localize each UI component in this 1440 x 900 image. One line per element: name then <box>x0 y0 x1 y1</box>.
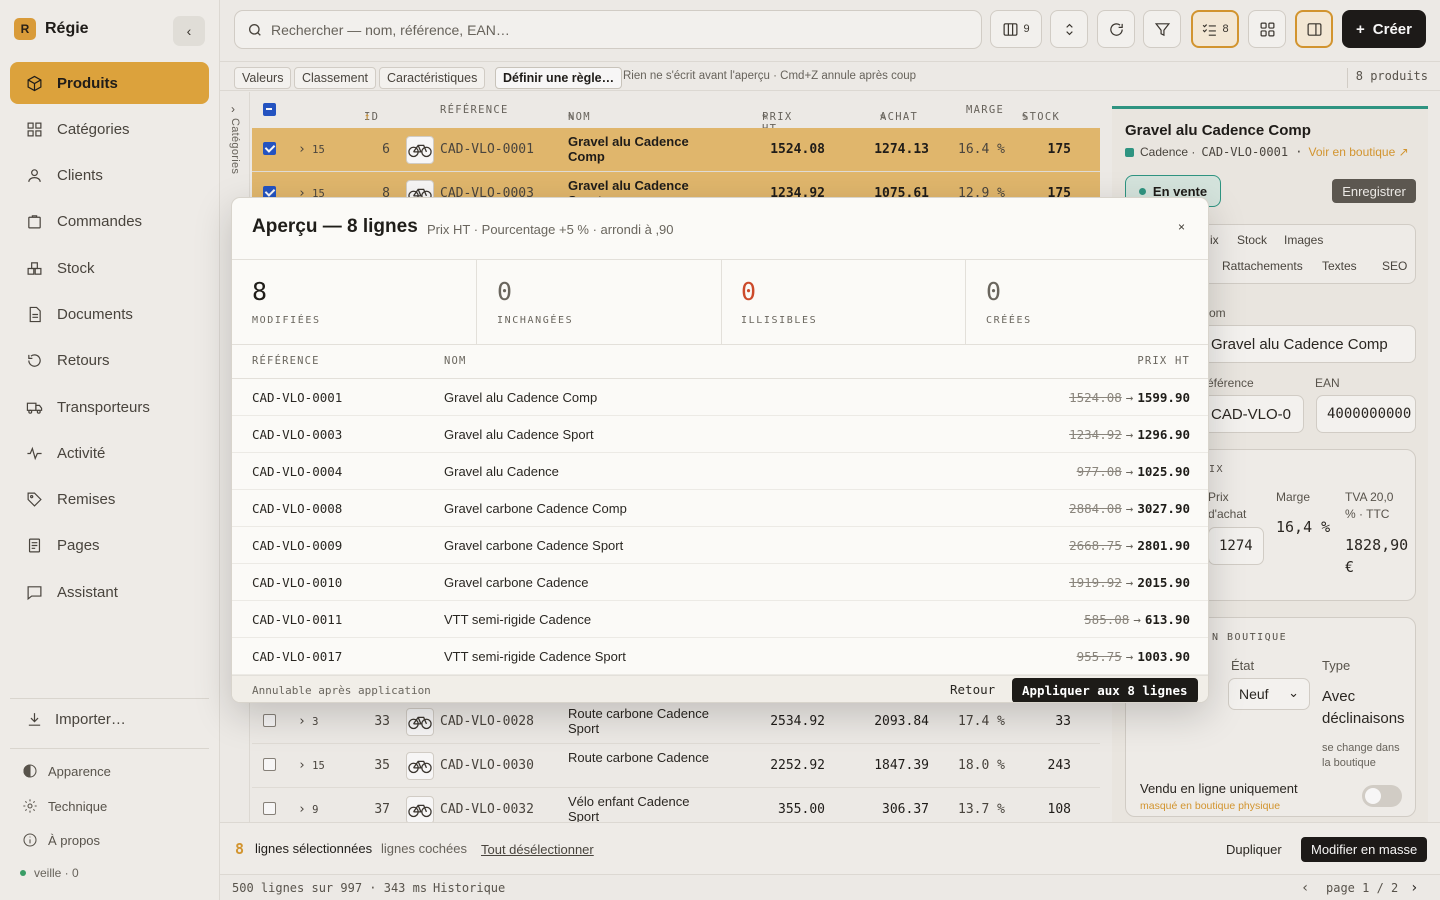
old-price: 1234.92 <box>1069 427 1122 442</box>
new-price: 613.90 <box>1144 612 1190 627</box>
stat-value: 0 <box>497 277 513 306</box>
stat-label: ILLISIBLES <box>741 315 818 326</box>
new-price: 1296.90 <box>1137 427 1190 442</box>
preview-ref: CAD-VLO-0011 <box>252 612 343 627</box>
arrow-right-icon: → <box>1125 501 1134 516</box>
modal-table-header: RÉFÉRENCE NOM PRIX HT <box>232 345 1208 379</box>
preview-ref: CAD-VLO-0001 <box>252 390 343 405</box>
preview-name: VTT semi-rigide Cadence Sport <box>444 649 626 664</box>
apply-button[interactable]: Appliquer aux 8 lignes <box>1012 678 1198 702</box>
preview-ref: CAD-VLO-0017 <box>252 649 343 664</box>
preview-price-change: 585.08 → 613.90 <box>1084 612 1190 627</box>
preview-price-change: 2668.75 → 2801.90 <box>1069 538 1190 553</box>
old-price: 1524.08 <box>1069 390 1122 405</box>
preview-ref: CAD-VLO-0004 <box>252 464 343 479</box>
modal-col-nom: NOM <box>444 355 467 367</box>
preview-name: Gravel alu Cadence Comp <box>444 390 598 405</box>
preview-price-change: 977.08 → 1025.90 <box>1077 464 1190 479</box>
preview-row: CAD-VLO-0004 Gravel alu Cadence 977.08 → 102… <box>232 453 1208 490</box>
new-price: 1003.90 <box>1137 649 1190 664</box>
stat-inchangees: 0 INCHANGÉES <box>477 260 722 345</box>
new-price: 2015.90 <box>1137 575 1190 590</box>
stat-label: CRÉÉES <box>986 315 1032 326</box>
preview-modal: Aperçu — 8 lignes Prix HT · Pourcentage … <box>231 197 1209 703</box>
preview-name: Gravel carbone Cadence <box>444 575 589 590</box>
preview-ref: CAD-VLO-0010 <box>252 575 343 590</box>
modal-title: Aperçu — 8 lignes <box>252 216 418 237</box>
preview-price-change: 1234.92 → 1296.90 <box>1069 427 1190 442</box>
modal-col-ref: RÉFÉRENCE <box>252 355 320 367</box>
modal-col-prix: PRIX HT <box>1137 355 1190 367</box>
old-price: 1919.92 <box>1069 575 1122 590</box>
preview-row: CAD-VLO-0003 Gravel alu Cadence Sport 1234… <box>232 416 1208 453</box>
modal-header: Aperçu — 8 lignes Prix HT · Pourcentage … <box>232 198 1208 260</box>
preview-ref: CAD-VLO-0008 <box>252 501 343 516</box>
stat-value: 8 <box>252 277 268 306</box>
new-price: 1025.90 <box>1137 464 1190 479</box>
old-price: 2668.75 <box>1069 538 1122 553</box>
new-price: 3027.90 <box>1137 501 1190 516</box>
preview-row: CAD-VLO-0011 VTT semi-rigide Cadence 585.0… <box>232 601 1208 638</box>
stat-modifiees: 8 MODIFIÉES <box>232 260 477 345</box>
arrow-right-icon: → <box>1125 575 1134 590</box>
arrow-right-icon: → <box>1125 427 1134 442</box>
preview-row: CAD-VLO-0001 Gravel alu Cadence Comp 1524.… <box>232 379 1208 416</box>
preview-name: Gravel alu Cadence <box>444 464 559 479</box>
preview-price-change: 955.75 → 1003.90 <box>1077 649 1190 664</box>
modal-footer: Annulable après application Retour Appli… <box>232 675 1208 702</box>
preview-ref: CAD-VLO-0009 <box>252 538 343 553</box>
stat-value: 0 <box>741 277 757 306</box>
old-price: 2884.08 <box>1069 501 1122 516</box>
modal-footer-note: Annulable après application <box>252 684 431 697</box>
preview-name: Gravel alu Cadence Sport <box>444 427 594 442</box>
arrow-right-icon: → <box>1125 390 1134 405</box>
modal-subtitle: Prix HT · Pourcentage +5 % · arrondi à ,… <box>427 222 674 237</box>
new-price: 1599.90 <box>1137 390 1190 405</box>
preview-row: CAD-VLO-0009 Gravel carbone Cadence Sport… <box>232 527 1208 564</box>
arrow-right-icon: → <box>1125 649 1134 664</box>
stat-value: 0 <box>986 277 1002 306</box>
stat-creees: 0 CRÉÉES <box>966 260 1208 345</box>
stat-label: INCHANGÉES <box>497 315 574 326</box>
preview-row: CAD-VLO-0010 Gravel carbone Cadence 1919.9… <box>232 564 1208 601</box>
preview-ref: CAD-VLO-0003 <box>252 427 343 442</box>
preview-price-change: 1919.92 → 2015.90 <box>1069 575 1190 590</box>
new-price: 2801.90 <box>1137 538 1190 553</box>
stat-label: MODIFIÉES <box>252 315 321 326</box>
preview-price-change: 1524.08 → 1599.90 <box>1069 390 1190 405</box>
preview-name: Gravel carbone Cadence Comp <box>444 501 627 516</box>
back-button[interactable]: Retour <box>950 682 995 697</box>
stat-illisibles: 0 ILLISIBLES <box>721 260 966 345</box>
old-price: 585.08 <box>1084 612 1130 627</box>
preview-name: Gravel carbone Cadence Sport <box>444 538 624 553</box>
preview-row: CAD-VLO-0017 VTT semi-rigide Cadence Spor… <box>232 638 1208 675</box>
preview-row: CAD-VLO-0008 Gravel carbone Cadence Comp 2… <box>232 490 1208 527</box>
old-price: 977.08 <box>1076 464 1122 479</box>
old-price: 955.75 <box>1076 649 1122 664</box>
preview-name: VTT semi-rigide Cadence <box>444 612 592 627</box>
preview-price-change: 2884.08 → 3027.90 <box>1069 501 1190 516</box>
close-icon[interactable]: × <box>1178 220 1185 234</box>
modal-stats: 8 MODIFIÉES 0 INCHANGÉES 0 ILLISIBLES 0 … <box>232 260 1208 345</box>
arrow-right-icon: → <box>1133 612 1141 627</box>
arrow-right-icon: → <box>1125 538 1134 553</box>
arrow-right-icon: → <box>1125 464 1134 479</box>
